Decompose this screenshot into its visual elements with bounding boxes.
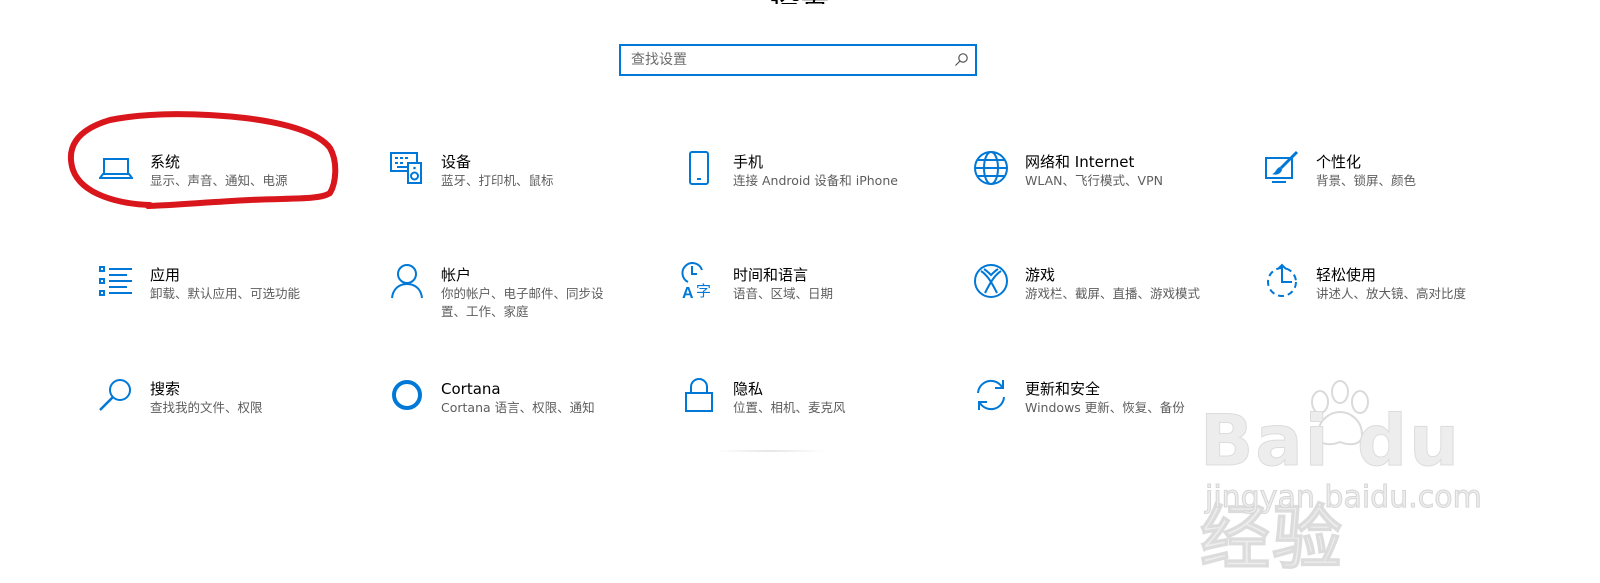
tile-ease-of-access[interactable]: 轻松使用 讲述人、放大镜、高对比度 [1262, 263, 1532, 335]
tile-description: 连接 Android 设备和 iPhone [733, 173, 898, 188]
search-box[interactable] [619, 44, 977, 76]
tile-apps[interactable]: 应用 卸载、默认应用、可选功能 [96, 265, 366, 335]
tile-label: 手机 [733, 153, 764, 171]
tile-description: 游戏栏、截屏、直播、游戏模式 [1025, 286, 1201, 301]
tile-description: WLAN、飞行模式、VPN [1025, 173, 1163, 188]
tile-privacy[interactable]: 隐私 位置、相机、麦克风 [679, 378, 949, 449]
tile-accounts[interactable]: 帐户 你的帐户、电子邮件、同步设置、工作、家庭 [387, 264, 657, 335]
tile-label: 网络和 Internet [1025, 153, 1135, 171]
tile-system[interactable]: 系统 显示、声音、通知、电源 [96, 152, 366, 222]
search-icon[interactable] [947, 46, 975, 74]
tile-label: 系统 [150, 153, 181, 171]
phone-icon [679, 148, 719, 188]
tile-label: 设备 [441, 153, 472, 171]
tile-description: 卸载、默认应用、可选功能 [150, 286, 301, 301]
tile-label: 更新和安全 [1025, 380, 1101, 398]
tile-label: 轻松使用 [1316, 266, 1377, 284]
tile-description: 语音、区域、日期 [733, 286, 834, 301]
tile-cortana[interactable]: Cortana Cortana 语言、权限、通知 [387, 379, 657, 449]
svg-text:A: A [682, 285, 694, 300]
search-input[interactable] [621, 46, 947, 74]
tile-description: 你的帐户、电子邮件、同步设置、工作、家庭 [441, 286, 604, 319]
tile-label: Cortana [441, 380, 501, 398]
xbox-icon [971, 261, 1011, 301]
watermark-url: jingyan.baidu.com [1205, 480, 1483, 516]
lock-icon [679, 375, 719, 415]
sync-arrows-icon [971, 375, 1011, 415]
tile-description: 蓝牙、打印机、鼠标 [441, 173, 554, 188]
tile-label: 时间和语言 [733, 266, 809, 284]
person-icon [387, 261, 427, 301]
search-icon [96, 375, 136, 415]
ease-of-access-icon [1262, 261, 1302, 301]
tile-devices[interactable]: 设备 蓝牙、打印机、鼠标 [387, 152, 657, 222]
laptop-icon [96, 148, 136, 188]
paintbrush-icon [1262, 148, 1302, 188]
tile-description: 查找我的文件、权限 [150, 400, 263, 415]
tile-description: 讲述人、放大镜、高对比度 [1316, 286, 1467, 301]
tile-label: 帐户 [441, 266, 472, 284]
tile-personalization[interactable]: 个性化 背景、锁屏、颜色 [1262, 150, 1532, 222]
tile-description: Windows 更新、恢复、备份 [1025, 400, 1185, 415]
baidu-watermark: Bai du 经验 jingyan.baidu.com [1200, 380, 1500, 580]
apps-list-icon [96, 261, 136, 301]
tile-description: 显示、声音、通知、电源 [150, 173, 288, 188]
svg-text:字: 字 [696, 282, 711, 300]
time-language-icon: A字 [679, 261, 719, 301]
cortana-ring-icon [387, 375, 427, 415]
tile-label: 搜索 [150, 380, 181, 398]
tile-search[interactable]: 搜索 查找我的文件、权限 [96, 379, 366, 449]
tile-label: 隐私 [733, 380, 764, 398]
page-title: 设置 [0, 0, 1600, 4]
tile-time-language[interactable]: A字 时间和语言 语音、区域、日期 [679, 262, 949, 335]
tile-label: 个性化 [1316, 153, 1362, 171]
globe-icon [971, 148, 1011, 188]
tile-phone[interactable]: 手机 连接 Android 设备和 iPhone [679, 151, 949, 222]
tile-description: Cortana 语言、权限、通知 [441, 400, 595, 415]
keyboard-speaker-icon [387, 148, 427, 188]
tile-network[interactable]: 网络和 Internet WLAN、飞行模式、VPN [971, 151, 1241, 222]
tile-gaming[interactable]: 游戏 游戏栏、截屏、直播、游戏模式 [971, 264, 1241, 335]
divider [715, 450, 825, 452]
tile-label: 游戏 [1025, 266, 1056, 284]
tile-label: 应用 [150, 266, 181, 284]
tile-description: 位置、相机、麦克风 [733, 400, 846, 415]
tile-description: 背景、锁屏、颜色 [1316, 173, 1417, 188]
